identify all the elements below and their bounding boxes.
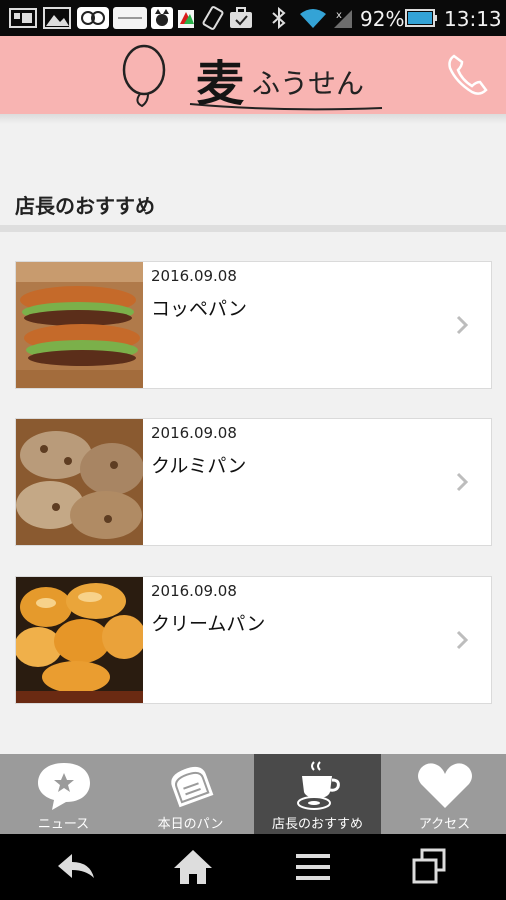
cream-bun-thumbnail — [16, 577, 143, 703]
card-date: 2016.09.08 — [151, 267, 237, 285]
bread-icon — [171, 766, 214, 808]
battery-percent: 92% — [360, 7, 405, 31]
card-date: 2016.09.08 — [151, 582, 237, 600]
chevron-right-icon — [456, 315, 469, 335]
tab-access[interactable]: アクセス — [381, 754, 506, 834]
recent-apps-icon[interactable] — [404, 846, 454, 888]
card-date: 2016.09.08 — [151, 424, 237, 442]
tab-news[interactable]: ニュース — [0, 754, 127, 834]
clock: 13:13 — [444, 7, 502, 31]
svg-text:x: x — [336, 10, 342, 21]
app-icon — [77, 7, 109, 29]
section-divider — [0, 225, 506, 232]
menu-icon[interactable] — [288, 846, 338, 888]
harvest-app-icon — [113, 7, 147, 29]
briefcase-icon — [230, 7, 252, 28]
heart-icon — [418, 763, 472, 808]
news-star-icon — [38, 763, 90, 810]
phone-icon[interactable] — [444, 52, 490, 98]
gallery-icon — [43, 7, 71, 29]
tab-label: ニュース — [37, 817, 90, 832]
tab-recommendations[interactable]: 店長のおすすめ — [254, 754, 381, 834]
card-title: コッペパン — [151, 298, 247, 320]
tab-label: アクセス — [418, 817, 471, 832]
status-bar: x 92% 13:13 — [0, 0, 506, 36]
header-shadow — [0, 114, 506, 124]
wifi-icon — [300, 9, 326, 28]
bluetooth-icon — [272, 6, 286, 30]
back-icon[interactable] — [52, 846, 102, 888]
section-title: 店長のおすすめ — [15, 194, 155, 218]
system-nav-bar — [0, 834, 506, 900]
cell-signal-icon: x — [334, 10, 352, 28]
coffee-icon — [297, 761, 340, 810]
tab-label: 本日のパン — [157, 817, 224, 832]
tab-label: 店長のおすすめ — [271, 817, 363, 832]
rotate-icon — [202, 6, 224, 30]
chevron-right-icon — [456, 630, 469, 650]
cat-app-icon — [151, 7, 173, 29]
chevron-right-icon — [456, 472, 469, 492]
logo-kanji: 麦 — [196, 56, 245, 112]
sandwich-bread-thumbnail — [16, 262, 143, 388]
home-icon[interactable] — [168, 846, 218, 888]
walnut-bread-thumbnail — [16, 419, 143, 545]
tab-todays-bread[interactable]: 本日のパン — [127, 754, 254, 834]
tab-bar: ニュース 本日のパン 店長のおすすめ アクセス — [0, 754, 506, 834]
recommendation-card[interactable]: 2016.09.08 コッペパン — [15, 261, 492, 389]
card-title: クリームパン — [151, 613, 266, 635]
battery-icon — [405, 9, 437, 27]
recommendation-card[interactable]: 2016.09.08 クルミパン — [15, 418, 492, 546]
card-title: クルミパン — [151, 455, 247, 477]
logo-kana: ふうせん — [252, 67, 365, 100]
screenshot-icon — [9, 8, 37, 28]
recommendation-card[interactable]: 2016.09.08 クリームパン — [15, 576, 492, 704]
signal-app-icon — [178, 10, 194, 28]
shop-logo[interactable]: 麦 ふうせん — [120, 44, 390, 112]
